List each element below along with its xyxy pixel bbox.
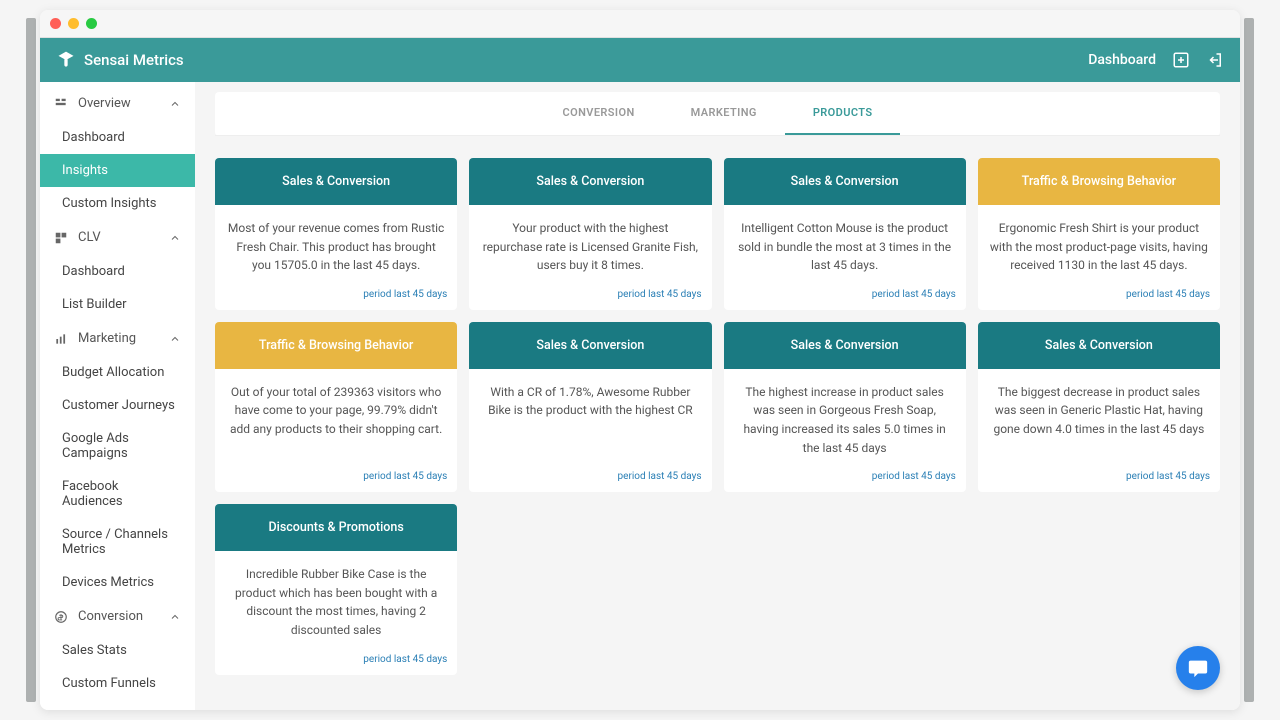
sidebar-section-clv[interactable]: CLV xyxy=(40,220,195,255)
marketing-icon xyxy=(54,332,68,346)
sidebar-item-insights[interactable]: Insights xyxy=(40,154,195,187)
sidebar-item-clv-dashboard[interactable]: Dashboard xyxy=(40,255,195,288)
card-period: period last 45 days xyxy=(215,465,457,492)
tabs-panel: CONVERSION MARKETING PRODUCTS xyxy=(215,92,1220,136)
sidebar-item-dashboard[interactable]: Dashboard xyxy=(40,121,195,154)
sidebar-label: Marketing xyxy=(78,331,136,346)
sidebar-item-facebook-audiences[interactable]: Facebook Audiences xyxy=(40,470,195,518)
sidebar-item-customer-journeys[interactable]: Customer Journeys xyxy=(40,389,195,422)
card-period: period last 45 days xyxy=(215,283,457,310)
sidebar: Overview Dashboard Insights Custom Insig… xyxy=(40,82,195,710)
minimize-window-button[interactable] xyxy=(68,18,79,29)
conversion-icon xyxy=(54,610,68,624)
card-header: Sales & Conversion xyxy=(469,322,711,369)
brand[interactable]: Sensai Metrics xyxy=(56,50,184,70)
chat-icon xyxy=(1187,657,1209,679)
card-header: Sales & Conversion xyxy=(215,158,457,205)
card-body: The biggest decrease in product sales wa… xyxy=(978,369,1220,465)
chevron-up-icon xyxy=(169,98,181,110)
insight-card[interactable]: Sales & ConversionWith a CR of 1.78%, Aw… xyxy=(469,322,711,492)
insight-card[interactable]: Sales & ConversionYour product with the … xyxy=(469,158,711,310)
card-body: Incredible Rubber Bike Case is the produ… xyxy=(215,551,457,647)
app-window: Sensai Metrics Dashboard Overview Dashbo… xyxy=(40,10,1240,710)
close-window-button[interactable] xyxy=(50,18,61,29)
tab-products[interactable]: PRODUCTS xyxy=(785,92,901,135)
card-header: Sales & Conversion xyxy=(724,158,966,205)
mac-titlebar xyxy=(40,10,1240,38)
sidebar-item-list-builder[interactable]: List Builder xyxy=(40,288,195,321)
sidebar-item-budget-allocation[interactable]: Budget Allocation xyxy=(40,356,195,389)
tab-marketing[interactable]: MARKETING xyxy=(663,92,785,135)
card-period: period last 45 days xyxy=(469,283,711,310)
card-header: Traffic & Browsing Behavior xyxy=(978,158,1220,205)
sidebar-label: Conversion xyxy=(78,609,143,624)
insight-card[interactable]: Sales & ConversionIntelligent Cotton Mou… xyxy=(724,158,966,310)
card-body: Intelligent Cotton Mouse is the product … xyxy=(724,205,966,283)
sidebar-item-custom-insights[interactable]: Custom Insights xyxy=(40,187,195,220)
sidebar-item-source-channels[interactable]: Source / Channels Metrics xyxy=(40,518,195,566)
card-header: Sales & Conversion xyxy=(469,158,711,205)
sidebar-label: Overview xyxy=(78,96,131,111)
card-period: period last 45 days xyxy=(469,465,711,492)
brand-name: Sensai Metrics xyxy=(84,51,184,69)
insight-card[interactable]: Sales & ConversionMost of your revenue c… xyxy=(215,158,457,310)
card-body: Ergonomic Fresh Shirt is your product wi… xyxy=(978,205,1220,283)
topbar-dashboard-label[interactable]: Dashboard xyxy=(1088,52,1156,68)
card-header: Traffic & Browsing Behavior xyxy=(215,322,457,369)
card-header: Sales & Conversion xyxy=(978,322,1220,369)
sidebar-section-conversion[interactable]: Conversion xyxy=(40,599,195,634)
card-header: Sales & Conversion xyxy=(724,322,966,369)
sidebar-item-devices-metrics[interactable]: Devices Metrics xyxy=(40,566,195,599)
logout-icon[interactable] xyxy=(1206,51,1224,69)
card-body: With a CR of 1.78%, Awesome Rubber Bike … xyxy=(469,369,711,465)
clv-icon xyxy=(54,231,68,245)
card-body: Out of your total of 239363 visitors who… xyxy=(215,369,457,465)
sidebar-item-google-ads[interactable]: Google Ads Campaigns xyxy=(40,422,195,470)
chat-fab[interactable] xyxy=(1176,646,1220,690)
card-header: Discounts & Promotions xyxy=(215,504,457,551)
card-body: Most of your revenue comes from Rustic F… xyxy=(215,205,457,283)
sidebar-item-sales-stats[interactable]: Sales Stats xyxy=(40,634,195,667)
card-period: period last 45 days xyxy=(724,465,966,492)
tab-conversion[interactable]: CONVERSION xyxy=(535,92,663,135)
card-period: period last 45 days xyxy=(724,283,966,310)
chevron-up-icon xyxy=(169,333,181,345)
insight-card[interactable]: Traffic & Browsing BehaviorOut of your t… xyxy=(215,322,457,492)
card-period: period last 45 days xyxy=(215,648,457,675)
insight-card[interactable]: Discounts & PromotionsIncredible Rubber … xyxy=(215,504,457,674)
add-widget-icon[interactable] xyxy=(1172,51,1190,69)
main-content: CONVERSION MARKETING PRODUCTS Sales & Co… xyxy=(195,82,1240,710)
overview-icon xyxy=(54,97,68,111)
sidebar-section-overview[interactable]: Overview xyxy=(40,86,195,121)
card-period: period last 45 days xyxy=(978,465,1220,492)
insights-grid: Sales & ConversionMost of your revenue c… xyxy=(215,158,1220,675)
chevron-up-icon xyxy=(169,611,181,623)
sidebar-item-custom-funnels[interactable]: Custom Funnels xyxy=(40,667,195,700)
sidebar-section-marketing[interactable]: Marketing xyxy=(40,321,195,356)
brand-icon xyxy=(56,50,76,70)
sidebar-label: CLV xyxy=(78,230,101,245)
insight-card[interactable]: Sales & ConversionThe biggest decrease i… xyxy=(978,322,1220,492)
card-body: The highest increase in product sales wa… xyxy=(724,369,966,465)
insight-card[interactable]: Traffic & Browsing BehaviorErgonomic Fre… xyxy=(978,158,1220,310)
sidebar-item-coupons-metrics[interactable]: Coupons Metrics xyxy=(40,700,195,710)
insight-card[interactable]: Sales & ConversionThe highest increase i… xyxy=(724,322,966,492)
chevron-up-icon xyxy=(169,232,181,244)
card-period: period last 45 days xyxy=(978,283,1220,310)
top-navbar: Sensai Metrics Dashboard xyxy=(40,38,1240,82)
card-body: Your product with the highest repurchase… xyxy=(469,205,711,283)
maximize-window-button[interactable] xyxy=(86,18,97,29)
